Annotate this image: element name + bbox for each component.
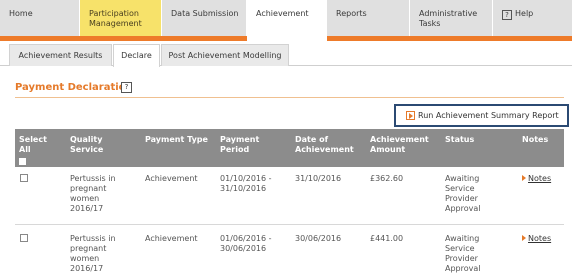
tab-label: Achievement xyxy=(256,9,309,18)
tab-reports[interactable]: Reports xyxy=(327,0,410,36)
tab-label: Help xyxy=(515,9,534,18)
top-navigation: Home Participation Management Data Submi… xyxy=(0,0,572,36)
table-header: Select All Quality Service Payment Type … xyxy=(15,129,564,167)
cell-payment-period: 01/06/2016 - 30/06/2016 xyxy=(220,234,272,253)
tab-label: Data Submission xyxy=(171,9,239,18)
row-checkbox[interactable] xyxy=(20,234,28,242)
header-quality-service: Quality Service xyxy=(70,135,104,154)
select-all-checkbox[interactable] xyxy=(19,158,26,165)
nav-accent-bar xyxy=(0,36,572,41)
header-select-all: Select All xyxy=(19,135,47,154)
tab-data-submission[interactable]: Data Submission xyxy=(162,0,247,36)
header-achievement-amount: Achievement Amount xyxy=(370,135,429,154)
cell-achievement-amount: £441.00 xyxy=(370,234,404,243)
tab-label: Reports xyxy=(336,9,367,18)
subtab-label: Achievement Results xyxy=(18,51,103,60)
subtab-declare[interactable]: Declare xyxy=(113,44,160,67)
cell-payment-period: 01/10/2016 - 31/10/2016 xyxy=(220,174,272,193)
cell-status: Awaiting Service Provider Approval xyxy=(445,174,481,213)
notes-label: Notes xyxy=(528,234,552,243)
active-tab-gap xyxy=(247,36,327,41)
tab-administrative-tasks[interactable]: Administrative Tasks xyxy=(410,0,493,36)
cell-payment-type: Achievement xyxy=(145,234,198,243)
notes-arrow-icon xyxy=(522,175,526,181)
help-icon: ? xyxy=(502,10,512,20)
subtab-achievement-results[interactable]: Achievement Results xyxy=(9,44,112,66)
play-arrow-icon xyxy=(406,111,415,120)
tab-achievement[interactable]: Achievement xyxy=(247,0,327,36)
table-row: Pertussis in pregnant women 2016/17 Achi… xyxy=(15,169,564,225)
help-icon[interactable]: ? xyxy=(121,82,132,93)
tab-label: Participation Management xyxy=(89,9,142,28)
notes-label: Notes xyxy=(528,174,552,183)
table-row: Pertussis in pregnant women 2016/17 Achi… xyxy=(15,229,564,279)
notes-link[interactable]: Notes xyxy=(522,234,551,243)
notes-link[interactable]: Notes xyxy=(522,174,551,183)
row-checkbox[interactable] xyxy=(20,174,28,182)
cell-status: Awaiting Service Provider Approval xyxy=(445,234,481,273)
sub-tabs: Achievement Results Declare Post Achieve… xyxy=(0,44,572,67)
header-payment-type: Payment Type xyxy=(145,135,208,144)
header-status: Status xyxy=(445,135,475,144)
title-divider xyxy=(15,97,564,98)
subtab-post-achievement-modelling[interactable]: Post Achievement Modelling xyxy=(161,44,289,66)
subtab-label: Post Achievement Modelling xyxy=(168,51,282,60)
tab-participation-management[interactable]: Participation Management xyxy=(80,0,162,36)
tab-home[interactable]: Home xyxy=(0,0,80,36)
header-notes: Notes xyxy=(522,135,549,144)
notes-arrow-icon xyxy=(522,235,526,241)
cell-date-of-achievement: 31/10/2016 xyxy=(295,174,342,183)
tab-label: Home xyxy=(9,9,33,18)
tab-label: Administrative Tasks xyxy=(419,9,478,28)
header-payment-period: Payment Period xyxy=(220,135,260,154)
cell-quality-service: Pertussis in pregnant women 2016/17 xyxy=(70,174,116,213)
header-date-of-achievement: Date of Achievement xyxy=(295,135,354,154)
cell-payment-type: Achievement xyxy=(145,174,198,183)
cell-achievement-amount: £362.60 xyxy=(370,174,404,183)
cell-date-of-achievement: 30/06/2016 xyxy=(295,234,342,243)
tab-help[interactable]: ? Help xyxy=(493,0,572,36)
subtab-label: Declare xyxy=(121,51,152,60)
page-title: Payment Declaration xyxy=(15,82,133,93)
report-button-label: Run Achievement Summary Report xyxy=(418,111,559,120)
cell-quality-service: Pertussis in pregnant women 2016/17 xyxy=(70,234,116,273)
run-achievement-summary-report-button[interactable]: Run Achievement Summary Report xyxy=(394,104,569,127)
